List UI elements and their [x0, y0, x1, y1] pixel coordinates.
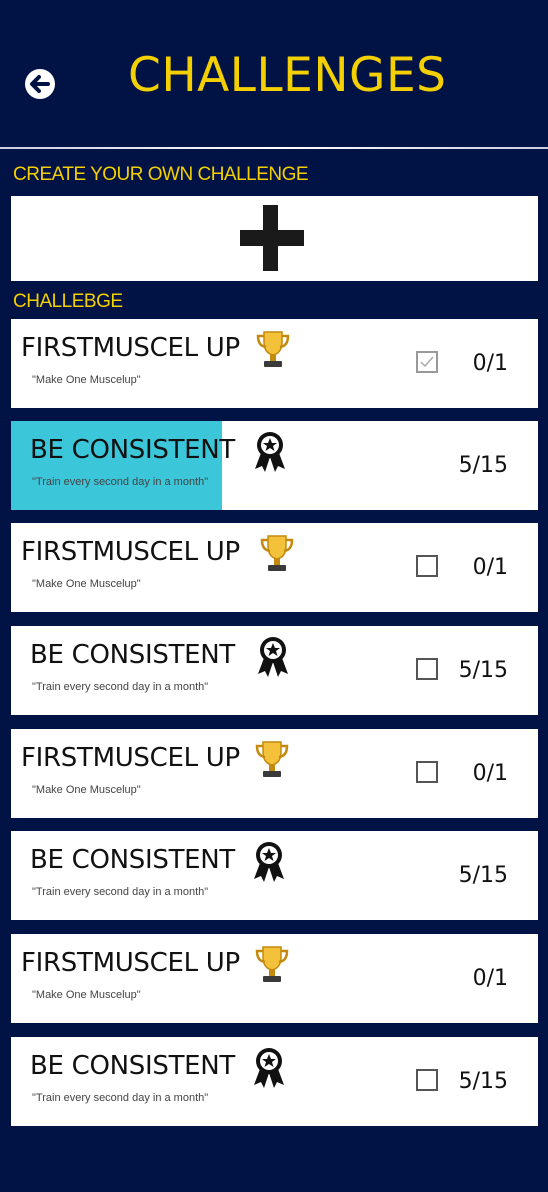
- plus-icon-bar: [240, 230, 304, 246]
- challenge-description: "Make One Muscelup": [32, 989, 141, 1001]
- challenge-count: 5/15: [458, 658, 508, 683]
- checkmark-icon: [420, 356, 434, 368]
- award-ribbon-icon: [254, 1048, 284, 1088]
- challenge-count: 0/1: [472, 555, 508, 580]
- trophy-icon: [256, 331, 290, 367]
- challenge-count: 0/1: [472, 966, 508, 991]
- challenge-title: FIRSTMUSCEL UP: [21, 948, 240, 978]
- trophy-icon: [255, 946, 289, 982]
- challenge-section-label: CHALLEBGE: [13, 291, 123, 312]
- challenge-card[interactable]: FIRSTMUSCEL UP "Make One Muscelup" 0/1: [11, 523, 538, 612]
- challenge-description: "Make One Muscelup": [32, 578, 141, 590]
- challenge-description: "Train every second day in a month": [32, 1092, 209, 1104]
- create-section-label: CREATE YOUR OWN CHALLENGE: [13, 164, 309, 185]
- challenge-card[interactable]: BE CONSISTENT "Train every second day in…: [11, 421, 538, 510]
- completion-checkbox[interactable]: [416, 658, 438, 680]
- challenge-title: FIRSTMUSCEL UP: [21, 537, 240, 567]
- challenge-count: 5/15: [458, 453, 508, 478]
- challenge-title: FIRSTMUSCEL UP: [21, 333, 240, 363]
- challenge-count: 0/1: [472, 351, 508, 376]
- award-ribbon-icon: [258, 637, 288, 677]
- challenge-title: BE CONSISTENT: [30, 1051, 236, 1081]
- challenge-description: "Train every second day in a month": [32, 886, 209, 898]
- challenge-count: 5/15: [458, 863, 508, 888]
- completion-checkbox[interactable]: [416, 761, 438, 783]
- trophy-icon: [260, 535, 294, 571]
- challenge-count: 0/1: [472, 761, 508, 786]
- challenge-description: "Make One Muscelup": [32, 784, 141, 796]
- challenge-card[interactable]: FIRSTMUSCEL UP "Make One Muscelup" 0/1: [11, 729, 538, 818]
- completion-checkbox[interactable]: [416, 1069, 438, 1091]
- challenge-title: BE CONSISTENT: [30, 435, 236, 465]
- challenge-card[interactable]: BE CONSISTENT "Train every second day in…: [11, 1037, 538, 1126]
- challenge-card[interactable]: FIRSTMUSCEL UP "Make One Muscelup" 0/1: [11, 319, 538, 408]
- challenge-card[interactable]: BE CONSISTENT "Train every second day in…: [11, 626, 538, 715]
- award-ribbon-icon: [255, 432, 285, 472]
- back-arrow-icon: [25, 69, 55, 99]
- app-header: CHALLENGES: [0, 0, 548, 146]
- back-button[interactable]: [20, 64, 60, 104]
- challenge-description: "Train every second day in a month": [32, 476, 209, 488]
- challenge-title: FIRSTMUSCEL UP: [21, 743, 240, 773]
- challenge-title: BE CONSISTENT: [30, 845, 236, 875]
- page-title: CHALLENGES: [128, 48, 447, 103]
- challenge-title: BE CONSISTENT: [30, 640, 236, 670]
- challenge-card[interactable]: BE CONSISTENT "Train every second day in…: [11, 831, 538, 920]
- award-ribbon-icon: [254, 842, 284, 882]
- challenge-count: 5/15: [458, 1069, 508, 1094]
- challenge-description: "Make One Muscelup": [32, 374, 141, 386]
- completion-checkbox[interactable]: [416, 555, 438, 577]
- challenge-description: "Train every second day in a month": [32, 681, 209, 693]
- header-divider: [0, 147, 548, 149]
- completion-checkbox[interactable]: [416, 351, 438, 373]
- challenge-card[interactable]: FIRSTMUSCEL UP "Make One Muscelup" 0/1: [11, 934, 538, 1023]
- trophy-icon: [255, 741, 289, 777]
